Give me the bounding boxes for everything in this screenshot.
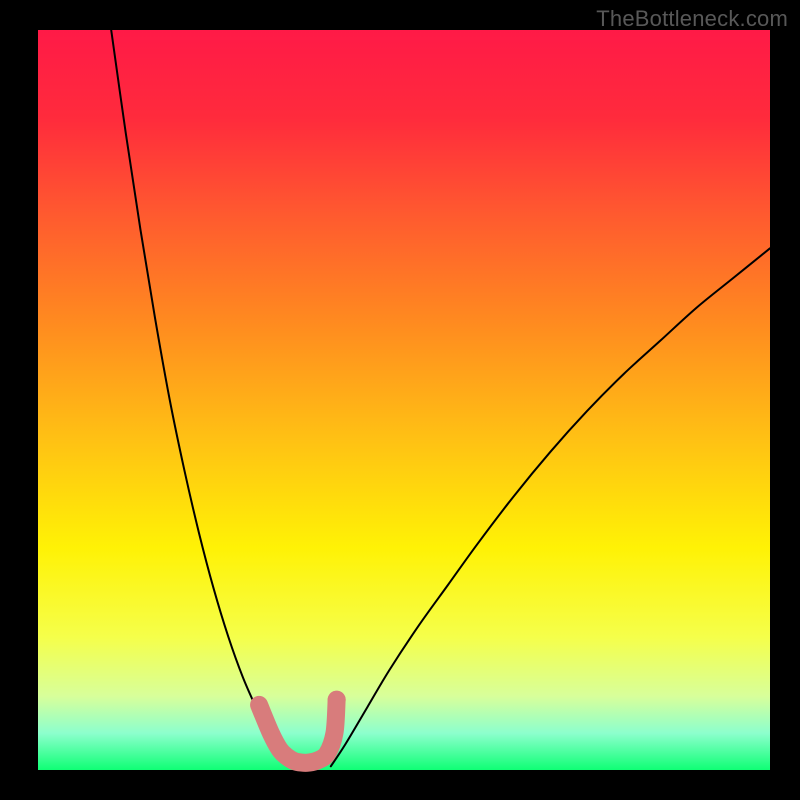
chart-container: TheBottleneck.com (0, 0, 800, 800)
plot-background (38, 30, 770, 770)
bottleneck-chart (0, 0, 800, 800)
watermark-text: TheBottleneck.com (596, 6, 788, 32)
bottom-highlight-dot (328, 691, 346, 709)
